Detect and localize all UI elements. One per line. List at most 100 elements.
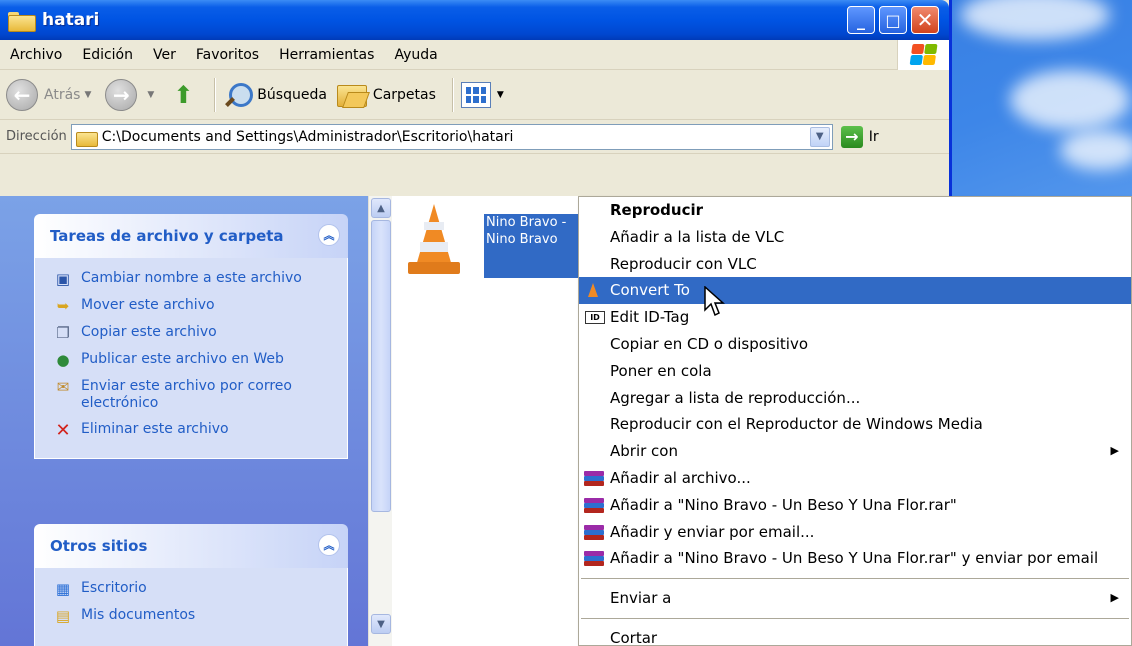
back-arrow-icon: ←: [6, 78, 38, 111]
place-label: Escritorio: [81, 580, 147, 596]
tasks-panel-body: ▣ Cambiar nombre a este archivo ➥ Mover …: [34, 258, 348, 459]
task-publish[interactable]: ● Publicar este archivo en Web: [53, 351, 337, 369]
place-my-documents[interactable]: ▤ Mis documentos: [53, 607, 337, 625]
id-tag-icon: ID: [585, 311, 605, 325]
tasks-panel: Tareas de archivo y carpeta ︽ ▣ Cambiar …: [34, 214, 348, 459]
close-button[interactable]: ✕: [911, 6, 939, 34]
chevron-down-icon: ▼: [496, 89, 504, 100]
toolbar: ← Atrás ▼ → ▼ ⬆ Búsqueda Carpetas ▼: [0, 70, 949, 120]
address-label: Dirección: [6, 129, 67, 144]
place-label: Mis documentos: [81, 607, 196, 623]
menu-edicion[interactable]: Edición: [72, 47, 143, 63]
task-pane: Tareas de archivo y carpeta ︽ ▣ Cambiar …: [0, 196, 368, 646]
vertical-scrollbar[interactable]: ▲ ▼: [368, 196, 392, 646]
menu-bar: Archivo Edición Ver Favoritos Herramient…: [0, 40, 949, 70]
collapse-icon[interactable]: ︽: [318, 534, 340, 556]
task-label: Publicar este archivo en Web: [81, 351, 284, 367]
menu-item-add-rar-email[interactable]: Añadir a "Nino Bravo - Un Beso Y Una Flo…: [579, 545, 1131, 572]
menu-item-convert-to[interactable]: Convert To: [579, 277, 1131, 305]
menu-item-add-vlc-list[interactable]: Añadir a la lista de VLC: [579, 224, 1131, 251]
mouse-cursor-icon: [704, 286, 725, 317]
globe-icon: ●: [56, 350, 70, 369]
menu-item-send-to[interactable]: Enviar a ▶: [579, 585, 1131, 612]
place-desktop[interactable]: ▦ Escritorio: [53, 580, 337, 598]
collapse-icon[interactable]: ︽: [318, 224, 340, 246]
up-folder-icon[interactable]: ⬆: [168, 80, 198, 110]
tasks-panel-header[interactable]: Tareas de archivo y carpeta ︽: [34, 214, 348, 258]
other-places-header[interactable]: Otros sitios ︽: [34, 524, 348, 568]
minimize-button[interactable]: _: [847, 6, 875, 34]
task-label: Enviar este archivo por correo electróni…: [81, 378, 292, 411]
menu-item-queue[interactable]: Poner en cola: [579, 358, 1131, 385]
title-bar[interactable]: hatari _ □ ✕: [0, 0, 949, 40]
menu-item-label: Reproducir: [610, 201, 704, 219]
file-name: Nino Bravo - Nino Bravo: [484, 214, 580, 278]
menu-item-play-vlc[interactable]: Reproducir con VLC: [579, 251, 1131, 278]
back-button[interactable]: ← Atrás ▼: [6, 78, 97, 111]
menu-item-reproducir[interactable]: Reproducir: [579, 197, 1131, 224]
menu-item-label: Añadir y enviar por email...: [610, 522, 815, 541]
winrar-icon: [584, 497, 604, 514]
vlc-cone-icon: [406, 202, 462, 278]
menu-item-add-archive[interactable]: Añadir al archivo...: [579, 465, 1131, 492]
documents-icon: ▤: [55, 606, 71, 625]
menu-item-label: Reproducir con el Reproductor de Windows…: [610, 415, 983, 434]
menu-item-label: Cortar: [610, 628, 658, 646]
other-places-body: ▦ Escritorio ▤ Mis documentos: [34, 568, 348, 646]
winrar-icon: [584, 470, 604, 487]
chevron-down-icon: ▼: [84, 89, 92, 100]
task-delete[interactable]: ✕ Eliminar este archivo: [53, 421, 337, 439]
menu-item-label: Añadir al archivo...: [610, 468, 751, 487]
address-input[interactable]: C:\Documents and Settings\Administrador\…: [70, 123, 833, 150]
go-arrow-icon: →: [840, 125, 863, 148]
menu-item-label: Añadir a "Nino Bravo - Un Beso Y Una Flo…: [610, 495, 957, 514]
folder-icon: [75, 129, 98, 147]
windows-logo: [897, 40, 949, 70]
menu-herramientas[interactable]: Herramientas: [269, 47, 384, 63]
task-email[interactable]: ✉ Enviar este archivo por correo electró…: [53, 378, 337, 412]
views-button[interactable]: ▼: [460, 81, 510, 108]
move-icon: ➥: [56, 296, 70, 315]
desktop-cloud: [1060, 130, 1132, 170]
search-button[interactable]: Búsqueda: [223, 81, 327, 109]
search-label: Búsqueda: [257, 86, 327, 103]
menu-item-add-rar[interactable]: Añadir a "Nino Bravo - Un Beso Y Una Flo…: [579, 492, 1131, 519]
scroll-thumb[interactable]: [371, 220, 391, 512]
menu-item-label: Reproducir con VLC: [610, 254, 757, 273]
go-button[interactable]: → Ir: [840, 125, 879, 148]
menu-ayuda[interactable]: Ayuda: [384, 47, 447, 63]
desktop-icon: ▦: [55, 579, 71, 598]
menu-favoritos[interactable]: Favoritos: [186, 47, 269, 63]
menu-archivo[interactable]: Archivo: [0, 47, 72, 63]
file-item[interactable]: Nino Bravo - Nino Bravo: [406, 202, 580, 278]
task-move[interactable]: ➥ Mover este archivo: [53, 297, 337, 315]
task-copy[interactable]: ❐ Copiar este archivo: [53, 324, 337, 342]
scroll-down-button[interactable]: ▼: [371, 614, 391, 634]
search-icon: [223, 81, 254, 109]
folders-icon: [335, 82, 367, 108]
menu-item-open-with[interactable]: Abrir con ▶: [579, 438, 1131, 465]
desktop-cloud: [1010, 70, 1130, 130]
forward-button[interactable]: → ▼: [105, 78, 160, 111]
menu-item-label: Enviar a: [610, 589, 672, 608]
other-places-panel: Otros sitios ︽ ▦ Escritorio ▤ Mis docume…: [34, 524, 348, 646]
menu-item-edit-id-tag[interactable]: ID Edit ID-Tag: [579, 304, 1131, 331]
address-dropdown-button[interactable]: ▼: [809, 126, 830, 147]
menu-item-add-email[interactable]: Añadir y enviar por email...: [579, 519, 1131, 546]
menu-item-label: Convert To: [610, 281, 690, 300]
menu-item-copy-cd[interactable]: Copiar en CD o dispositivo: [579, 331, 1131, 358]
desktop-cloud: [960, 0, 1110, 40]
folder-icon: [8, 10, 36, 32]
forward-arrow-icon: →: [105, 78, 138, 111]
maximize-button[interactable]: □: [879, 6, 907, 34]
menu-item-add-playlist[interactable]: Agregar a lista de reproducción...: [579, 385, 1131, 412]
task-rename[interactable]: ▣ Cambiar nombre a este archivo: [53, 270, 337, 288]
menu-item-play-wmp[interactable]: Reproducir con el Reproductor de Windows…: [579, 411, 1131, 438]
menu-ver[interactable]: Ver: [143, 47, 186, 63]
back-label: Atrás: [44, 86, 81, 103]
folders-button[interactable]: Carpetas: [335, 82, 436, 108]
address-path: C:\Documents and Settings\Administrador\…: [101, 128, 514, 145]
task-label: Copiar este archivo: [81, 324, 217, 340]
menu-item-cut[interactable]: Cortar: [579, 625, 1131, 646]
scroll-up-button[interactable]: ▲: [371, 198, 391, 218]
